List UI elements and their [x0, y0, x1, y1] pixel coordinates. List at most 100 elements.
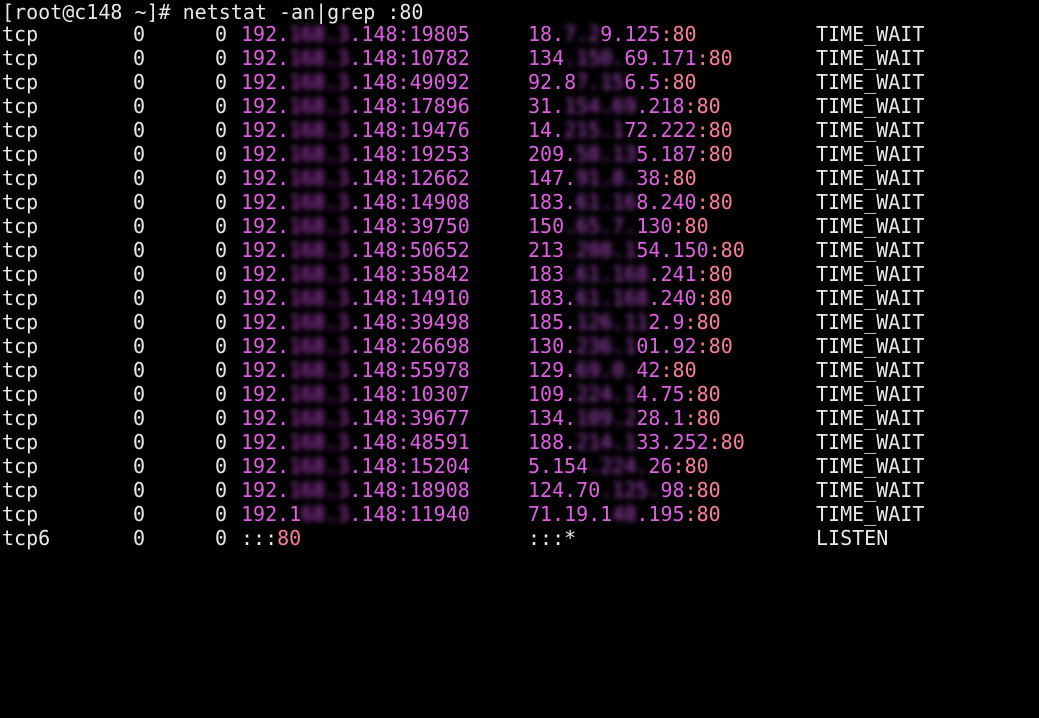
foreign-address-cell: 147.91.8.38:80 — [528, 166, 697, 190]
foreign-address-start: 129. — [528, 358, 577, 382]
foreign-port: :80 — [684, 382, 721, 406]
local-address-cell: 192.168.3.148:55978 — [241, 358, 470, 382]
foreign-address-redacted: 69.0. — [576, 358, 637, 382]
connection-row: tcp 0 0 192.168.3.148:48591 188.214.133.252:… — [0, 430, 1039, 454]
local-address-redacted: 168.3 — [289, 478, 350, 502]
proto-cell: tcp — [2, 286, 39, 310]
foreign-port: :80 — [696, 262, 733, 286]
state-cell: TIME_WAIT — [816, 310, 925, 334]
local-address-end: .148:11940 — [349, 502, 470, 526]
local-address-cell: 192.168.3.148:49092 — [241, 70, 470, 94]
local-address-start: 192. — [241, 214, 290, 238]
local-address-redacted: 168.3 — [289, 406, 350, 430]
foreign-address-cell: 183.61.168.240:80 — [528, 190, 733, 214]
connection-row: tcp 0 0 192.168.3.148:14908 183.61.168.240:8… — [0, 190, 1039, 214]
foreign-address-cell: 134.109.228.1:80 — [528, 406, 721, 430]
local-address-end: .148:10782 — [349, 46, 470, 70]
connection-row: tcp 0 0 192.168.3.148:39498 185.126.112.9:80… — [0, 310, 1039, 334]
local-address-redacted: 168.3 — [289, 166, 350, 190]
foreign-address-cell: 124.70.125.98:80 — [528, 478, 721, 502]
foreign-port: :80 — [696, 142, 733, 166]
foreign-address-redacted: .224. — [588, 454, 649, 478]
local-address-redacted: 168.3 — [289, 358, 350, 382]
state-cell: TIME_WAIT — [816, 358, 925, 382]
foreign-address-end: 26 — [648, 454, 673, 478]
recv-q-cell: 0 — [133, 142, 146, 166]
foreign-address-cell: 71.19.148.195:80 — [528, 502, 721, 526]
foreign-address-cell: 5.154.224.26:80 — [528, 454, 709, 478]
recv-q-cell: 0 — [133, 118, 146, 142]
recv-q-cell: 0 — [133, 502, 146, 526]
foreign-address-cell: 130.236.101.92:80 — [528, 334, 733, 358]
recv-q-cell: 0 — [133, 46, 146, 70]
state-cell: TIME_WAIT — [816, 502, 925, 526]
send-q-cell: 0 — [215, 94, 228, 118]
send-q-cell: 0 — [215, 454, 228, 478]
proto-cell: tcp — [2, 310, 39, 334]
local-address-cell: 192.168.3.148:39498 — [241, 310, 470, 334]
local-address-start: 192. — [241, 406, 290, 430]
foreign-address-start: 183. — [528, 286, 577, 310]
foreign-address-cell: 209.58.135.187:80 — [528, 142, 733, 166]
foreign-address-end: 4.75 — [636, 382, 685, 406]
local-address-end: .148:15204 — [349, 454, 470, 478]
local-port: 80 — [277, 526, 302, 550]
local-address-cell: 192.168.3.148:39750 — [241, 214, 470, 238]
proto-cell: tcp — [2, 334, 39, 358]
send-q-cell: 0 — [215, 502, 228, 526]
recv-q-cell: 0 — [133, 214, 146, 238]
connection-row: tcp 0 0 192.168.3.148:39677 134.109.228.1:80… — [0, 406, 1039, 430]
foreign-port: :80 — [684, 94, 721, 118]
send-q-cell: 0 — [215, 478, 228, 502]
recv-q-cell: 0 — [133, 286, 146, 310]
foreign-address-redacted: 236.1 — [576, 334, 637, 358]
listen-row: tcp6 0 0 :::80 :::* LISTEN — [0, 526, 1039, 550]
local-address-cell: 192.168.3.148:39677 — [241, 406, 470, 430]
proto-cell: tcp — [2, 358, 39, 382]
recv-q-cell: 0 — [133, 190, 146, 214]
local-address-redacted: 168.3 — [289, 118, 350, 142]
foreign-port: :80 — [696, 46, 733, 70]
state-cell: TIME_WAIT — [816, 142, 925, 166]
foreign-port: :80 — [696, 334, 733, 358]
foreign-address-cell: 183.61.168.240:80 — [528, 286, 733, 310]
foreign-address-end: 28.1 — [636, 406, 685, 430]
local-address-redacted: 168.3 — [289, 46, 350, 70]
local-address-end: .148:19476 — [349, 118, 470, 142]
local-address-cell: 192.168.3.148:11940 — [241, 502, 470, 526]
state-cell: TIME_WAIT — [816, 238, 925, 262]
proto-cell: tcp — [2, 46, 39, 70]
proto-cell: tcp — [2, 166, 39, 190]
local-address-start: 192. — [241, 70, 290, 94]
connection-row: tcp 0 0 192.168.3.148:39750 150.65.7.130:80 T… — [0, 214, 1039, 238]
state-cell: TIME_WAIT — [816, 406, 925, 430]
recv-q-cell: 0 — [133, 22, 146, 46]
proto-cell: tcp — [2, 22, 39, 46]
foreign-address-end: 6.5 — [624, 70, 661, 94]
connection-row: tcp 0 0 192.168.3.148:11940 71.19.148.195:80… — [0, 502, 1039, 526]
proto-cell: tcp — [2, 406, 39, 430]
local-address-start: 192. — [241, 382, 290, 406]
connection-row: tcp 0 0 192.168.3.148:35842 183.61.168.241:8… — [0, 262, 1039, 286]
terminal-window[interactable]: [root@c148 ~]# netstat -an|grep :80 tcp 0… — [0, 0, 1039, 550]
state-cell: TIME_WAIT — [816, 94, 925, 118]
recv-q-cell: 0 — [133, 454, 146, 478]
foreign-address-redacted: .150. — [564, 46, 625, 70]
local-address-end: .148:14908 — [349, 190, 470, 214]
local-address-start: 192. — [241, 22, 290, 46]
local-address-cell: 192.168.3.148:10782 — [241, 46, 470, 70]
foreign-address-redacted: .61.168 — [564, 262, 649, 286]
local-address-start: 192. — [241, 142, 290, 166]
state-cell: LISTEN — [816, 526, 889, 550]
send-q-cell: 0 — [215, 118, 228, 142]
send-q-cell: 0 — [215, 286, 228, 310]
recv-q-cell: 0 — [133, 166, 146, 190]
local-address-end: .148:26698 — [349, 334, 470, 358]
foreign-port: :80 — [684, 478, 721, 502]
send-q-cell: 0 — [215, 142, 228, 166]
foreign-address-redacted: 91.8. — [576, 166, 637, 190]
foreign-address-cell: 109.224.14.75:80 — [528, 382, 721, 406]
local-address-end: .148:12662 — [349, 166, 470, 190]
local-address-start: 192. — [241, 46, 290, 70]
local-address-end: .148:14910 — [349, 286, 470, 310]
